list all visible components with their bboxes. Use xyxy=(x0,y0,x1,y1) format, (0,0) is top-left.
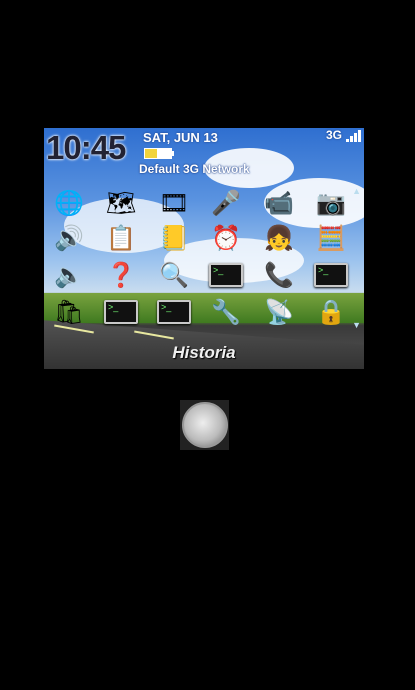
search-icon[interactable]: 🔍 xyxy=(157,258,191,292)
media-icon[interactable]: 🎞 xyxy=(157,186,191,220)
signal-bar xyxy=(358,130,361,142)
network-type: 3G xyxy=(325,128,342,142)
network-name: Default 3G Network xyxy=(139,162,250,176)
voice-notes-icon[interactable]: 🎤 xyxy=(209,186,243,220)
signal-bar xyxy=(354,133,357,142)
terminal-app-icon[interactable]: >_ xyxy=(209,258,243,292)
options-wrench-icon[interactable]: 🔧 xyxy=(209,295,243,329)
contact-avatar-icon[interactable]: 👧 xyxy=(262,221,296,255)
scroll-up-icon: ▲ xyxy=(352,186,361,196)
lock-icon[interactable]: 🔒 xyxy=(314,295,348,329)
phone-icon[interactable]: 📞 xyxy=(262,258,296,292)
calculator-icon[interactable]: 🧮 xyxy=(314,221,348,255)
sound-profile-icon[interactable]: 🔊 xyxy=(52,221,86,255)
terminal-app-icon[interactable]: >_ xyxy=(157,295,191,329)
video-camera-icon[interactable]: 📹 xyxy=(262,186,296,220)
selected-app-label: Historia xyxy=(172,343,236,362)
tasks-icon[interactable]: 📋 xyxy=(104,221,138,255)
terminal-app-icon[interactable]: >_ xyxy=(314,258,348,292)
trackball-icon[interactable] xyxy=(180,400,229,450)
signal-indicator: 3G xyxy=(325,128,361,142)
browser-icon[interactable]: 🌐 xyxy=(52,186,86,220)
app-world-icon[interactable]: 🛍 xyxy=(52,295,86,329)
terminal-screen-glyph: >_ xyxy=(209,263,243,287)
camera-icon[interactable]: 📷 xyxy=(314,186,348,220)
trackball-ball[interactable] xyxy=(181,402,228,448)
help-icon[interactable]: ❓ xyxy=(104,258,138,292)
alarm-clock-icon[interactable]: ⏰ xyxy=(209,221,243,255)
terminal-screen-glyph: >_ xyxy=(314,263,348,287)
terminal-screen-glyph: >_ xyxy=(104,300,138,324)
clock-time: 10:45 xyxy=(46,129,126,166)
terminal-screen-glyph: >_ xyxy=(157,300,191,324)
device-screen: 10:45 SAT, JUN 13 Default 3G Network 3G … xyxy=(44,128,364,369)
memo-pad-icon[interactable]: 📒 xyxy=(157,221,191,255)
maps-icon[interactable]: 🗺 xyxy=(104,186,138,220)
terminal-app-icon[interactable]: >_ xyxy=(104,295,138,329)
signal-bar xyxy=(346,139,349,142)
speaker-box-icon[interactable]: 🔈 xyxy=(52,258,86,292)
wireless-setup-icon[interactable]: 📡 xyxy=(262,295,296,329)
date-label: SAT, JUN 13 xyxy=(143,130,218,145)
scroll-down-icon: ▼ xyxy=(352,320,361,330)
battery-icon xyxy=(144,148,174,159)
signal-bar xyxy=(350,136,353,142)
